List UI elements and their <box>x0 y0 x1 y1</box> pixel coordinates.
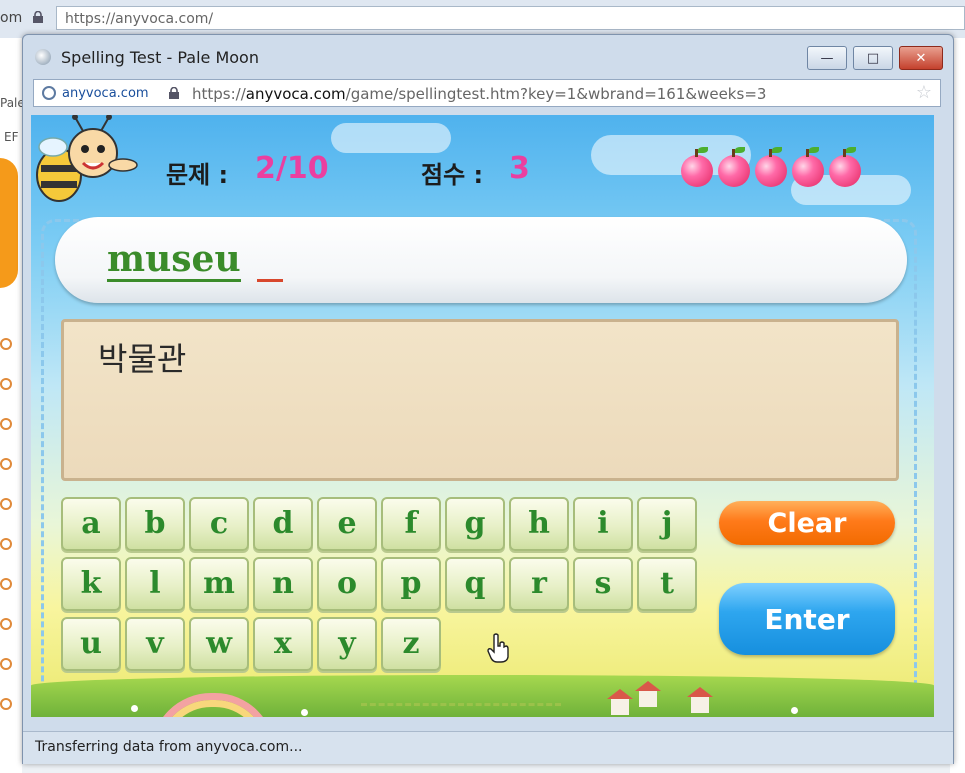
flower-decoration <box>791 707 798 714</box>
background-list-bullets <box>0 338 12 738</box>
minimize-button[interactable]: — <box>807 46 847 70</box>
minimize-icon: — <box>820 50 834 66</box>
site-identity[interactable]: anyvoca.com <box>62 86 149 101</box>
key-m[interactable]: m <box>189 557 249 611</box>
key-c[interactable]: c <box>189 497 249 551</box>
key-h[interactable]: h <box>509 497 569 551</box>
key-n[interactable]: n <box>253 557 313 611</box>
enter-button[interactable]: Enter <box>719 583 895 655</box>
cloud-decoration <box>331 123 451 153</box>
key-b[interactable]: b <box>125 497 185 551</box>
key-r[interactable]: r <box>509 557 569 611</box>
house-decoration <box>607 689 633 715</box>
popup-address-bar[interactable]: anyvoca.com https://anyvoca.com/game/spe… <box>33 79 941 107</box>
key-d[interactable]: d <box>253 497 313 551</box>
dashed-line <box>361 703 561 706</box>
answer-field[interactable]: museu <box>55 217 907 303</box>
key-f[interactable]: f <box>381 497 441 551</box>
grass-decoration <box>31 675 934 717</box>
meaning-panel: 박물관 <box>61 319 899 481</box>
globe-icon <box>42 86 56 100</box>
pale-moon-icon <box>35 49 51 65</box>
lives-indicator <box>681 147 861 187</box>
key-a[interactable]: a <box>61 497 121 551</box>
hand-pointer-icon <box>487 633 509 663</box>
key-p[interactable]: p <box>381 557 441 611</box>
background-url-input[interactable]: https://anyvoca.com/ <box>56 6 965 30</box>
score-value: 3 <box>509 151 530 186</box>
background-page-left: Pale EF <box>0 38 25 773</box>
maximize-button[interactable]: □ <box>853 46 893 70</box>
key-y[interactable]: y <box>317 617 377 671</box>
apple-life-icon <box>792 147 824 187</box>
key-g[interactable]: g <box>445 497 505 551</box>
maximize-icon: □ <box>866 50 880 66</box>
close-icon: ✕ <box>915 50 927 66</box>
popup-window: Spelling Test - Pale Moon — □ ✕ anyvoca.… <box>22 34 954 764</box>
key-z[interactable]: z <box>381 617 441 671</box>
bookmark-star-icon[interactable]: ☆ <box>916 82 932 103</box>
key-e[interactable]: e <box>317 497 377 551</box>
clear-button[interactable]: Clear <box>719 501 895 545</box>
apple-life-icon <box>718 147 750 187</box>
house-decoration <box>635 681 661 707</box>
status-text: Transferring data from anyvoca.com... <box>35 739 303 755</box>
next-letter-placeholder <box>257 239 283 282</box>
question-counter: 2/10 <box>255 151 329 186</box>
lock-icon <box>33 11 43 23</box>
key-t[interactable]: t <box>637 557 697 611</box>
window-titlebar[interactable]: Spelling Test - Pale Moon — □ ✕ <box>23 35 953 77</box>
flower-decoration <box>301 709 308 716</box>
question-label: 문제 : <box>166 161 229 189</box>
key-w[interactable]: w <box>189 617 249 671</box>
key-i[interactable]: i <box>573 497 633 551</box>
close-button[interactable]: ✕ <box>899 46 943 70</box>
bee-mascot-icon <box>36 115 138 202</box>
korean-meaning: 박물관 <box>98 340 187 378</box>
flower-decoration <box>131 705 138 712</box>
background-tab-text: EF <box>4 130 19 144</box>
key-u[interactable]: u <box>61 617 121 671</box>
spelling-game-area: 문제 : 2/10 점수 : 3 museu 박물관 abcdefghij klm… <box>31 115 934 717</box>
house-decoration <box>687 687 713 713</box>
key-l[interactable]: l <box>125 557 185 611</box>
key-o[interactable]: o <box>317 557 377 611</box>
apple-life-icon <box>681 147 713 187</box>
apple-life-icon <box>755 147 787 187</box>
score-label: 점수 : <box>421 161 484 189</box>
key-s[interactable]: s <box>573 557 633 611</box>
key-j[interactable]: j <box>637 497 697 551</box>
status-bar: Transferring data from anyvoca.com... <box>23 731 953 764</box>
lock-icon <box>169 87 179 99</box>
key-k[interactable]: k <box>61 557 121 611</box>
url-text[interactable]: https://anyvoca.com/game/spellingtest.ht… <box>192 85 766 103</box>
window-title: Spelling Test - Pale Moon <box>61 48 259 67</box>
key-x[interactable]: x <box>253 617 313 671</box>
background-banner <box>0 158 18 288</box>
apple-life-icon <box>829 147 861 187</box>
background-tab-fragment: om <box>0 10 23 26</box>
key-v[interactable]: v <box>125 617 185 671</box>
typed-answer: museu <box>107 238 241 282</box>
key-q[interactable]: q <box>445 557 505 611</box>
